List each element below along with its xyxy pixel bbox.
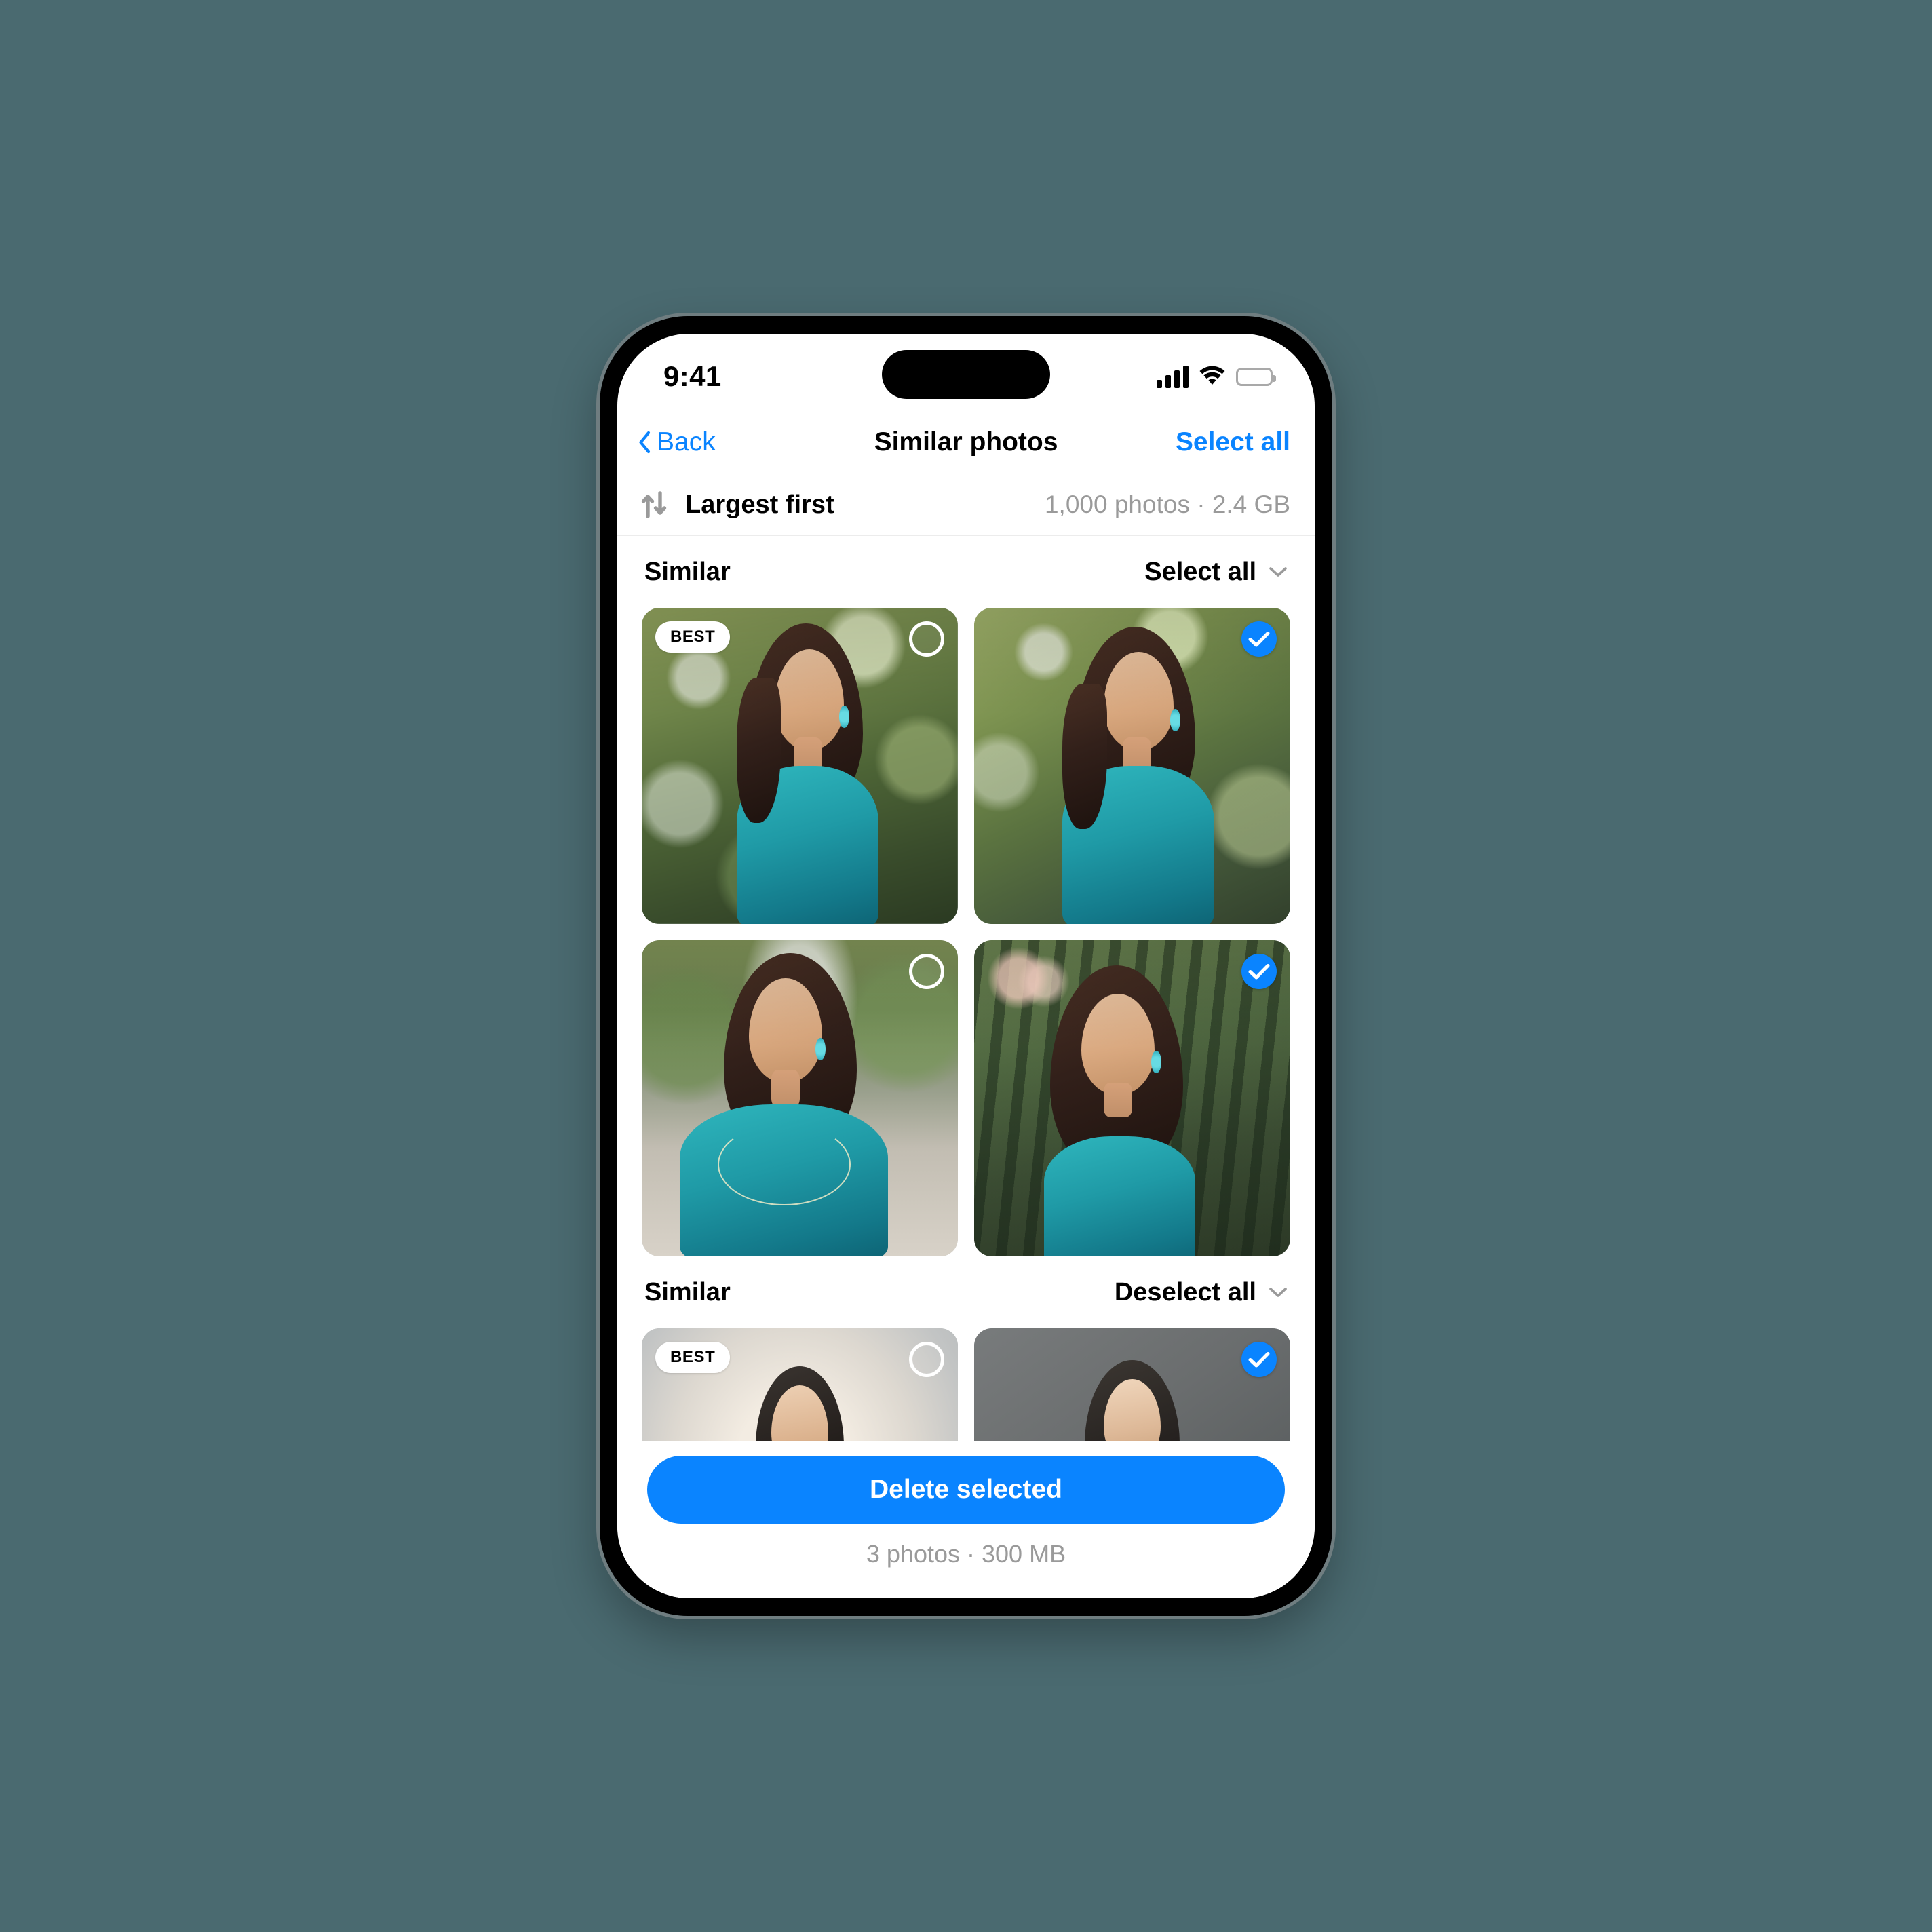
sort-arrows-icon (638, 488, 670, 521)
sort-toggle[interactable]: Largest first (638, 488, 834, 521)
selection-summary: 3 photos · 300 MB (866, 1540, 1066, 1568)
dynamic-island (882, 350, 1050, 399)
photo-select-toggle[interactable] (909, 1342, 944, 1377)
navigation-bar: Back Similar photos Select all (617, 410, 1315, 475)
section-title: Similar (644, 1277, 731, 1307)
phone-frame: 9:41 Back Similar photos Select all Larg… (600, 316, 1332, 1616)
screenshot-stage: 9:41 Back Similar photos Select all Larg… (0, 0, 1932, 1932)
photo-cell[interactable]: BEST (642, 1328, 958, 1441)
section-action-label: Deselect all (1114, 1277, 1256, 1307)
photo-thumbnail (974, 608, 1290, 924)
phone-screen: 9:41 Back Similar photos Select all Larg… (617, 334, 1315, 1598)
section-deselect-all-2[interactable]: Deselect all (1115, 1278, 1288, 1307)
best-badge: BEST (655, 1342, 731, 1373)
wifi-icon (1199, 366, 1226, 387)
photo-cell[interactable]: BEST (642, 608, 958, 924)
library-summary: 1,000 photos · 2.4 GB (1044, 490, 1290, 518)
photo-select-toggle[interactable] (909, 621, 944, 657)
chevron-down-icon (1269, 566, 1288, 578)
photo-thumbnail (974, 1328, 1290, 1441)
photo-thumbnail (642, 608, 958, 924)
check-icon (1248, 1351, 1270, 1368)
sort-label: Largest first (685, 490, 834, 519)
photo-thumbnail (642, 940, 958, 1256)
photo-select-toggle[interactable] (1241, 954, 1277, 989)
check-icon (1248, 631, 1270, 647)
photo-select-toggle[interactable] (1241, 1342, 1277, 1377)
section-select-all-1[interactable]: Select all (1144, 558, 1288, 587)
check-icon (1248, 963, 1270, 980)
status-bar: 9:41 (617, 334, 1315, 410)
delete-selected-button[interactable]: Delete selected (647, 1456, 1285, 1524)
battery-full-icon (1236, 367, 1276, 386)
sort-bar: Largest first 1,000 photos · 2.4 GB (617, 475, 1315, 536)
best-badge: BEST (655, 621, 731, 653)
back-button-label: Back (657, 427, 716, 457)
photo-thumbnail (974, 940, 1290, 1256)
photo-grid-2: BEST (642, 1328, 1290, 1441)
back-button[interactable]: Back (638, 427, 716, 457)
cellular-signal-icon (1157, 365, 1189, 388)
section-title: Similar (644, 557, 731, 586)
select-all-button[interactable]: Select all (1176, 427, 1290, 457)
photo-select-toggle[interactable] (1241, 621, 1277, 657)
section-action-label: Select all (1144, 557, 1256, 586)
photo-cell[interactable] (974, 940, 1290, 1256)
photo-cell[interactable] (974, 1328, 1290, 1441)
status-time: 9:41 (663, 360, 722, 392)
chevron-down-icon (1269, 1286, 1288, 1298)
photo-scroll-area[interactable]: Similar Select all BEST Similar Deselect… (617, 536, 1315, 1441)
photo-grid-1: BEST (642, 608, 1290, 1256)
status-icons (1157, 355, 1276, 388)
bottom-action-bar: Delete selected 3 photos · 300 MB (617, 1441, 1315, 1598)
photo-cell[interactable] (974, 608, 1290, 924)
photo-cell[interactable] (642, 940, 958, 1256)
chevron-left-icon (638, 431, 651, 454)
section-header-1: Similar Select all (642, 536, 1290, 608)
photo-select-toggle[interactable] (909, 954, 944, 989)
section-header-2: Similar Deselect all (642, 1256, 1290, 1328)
